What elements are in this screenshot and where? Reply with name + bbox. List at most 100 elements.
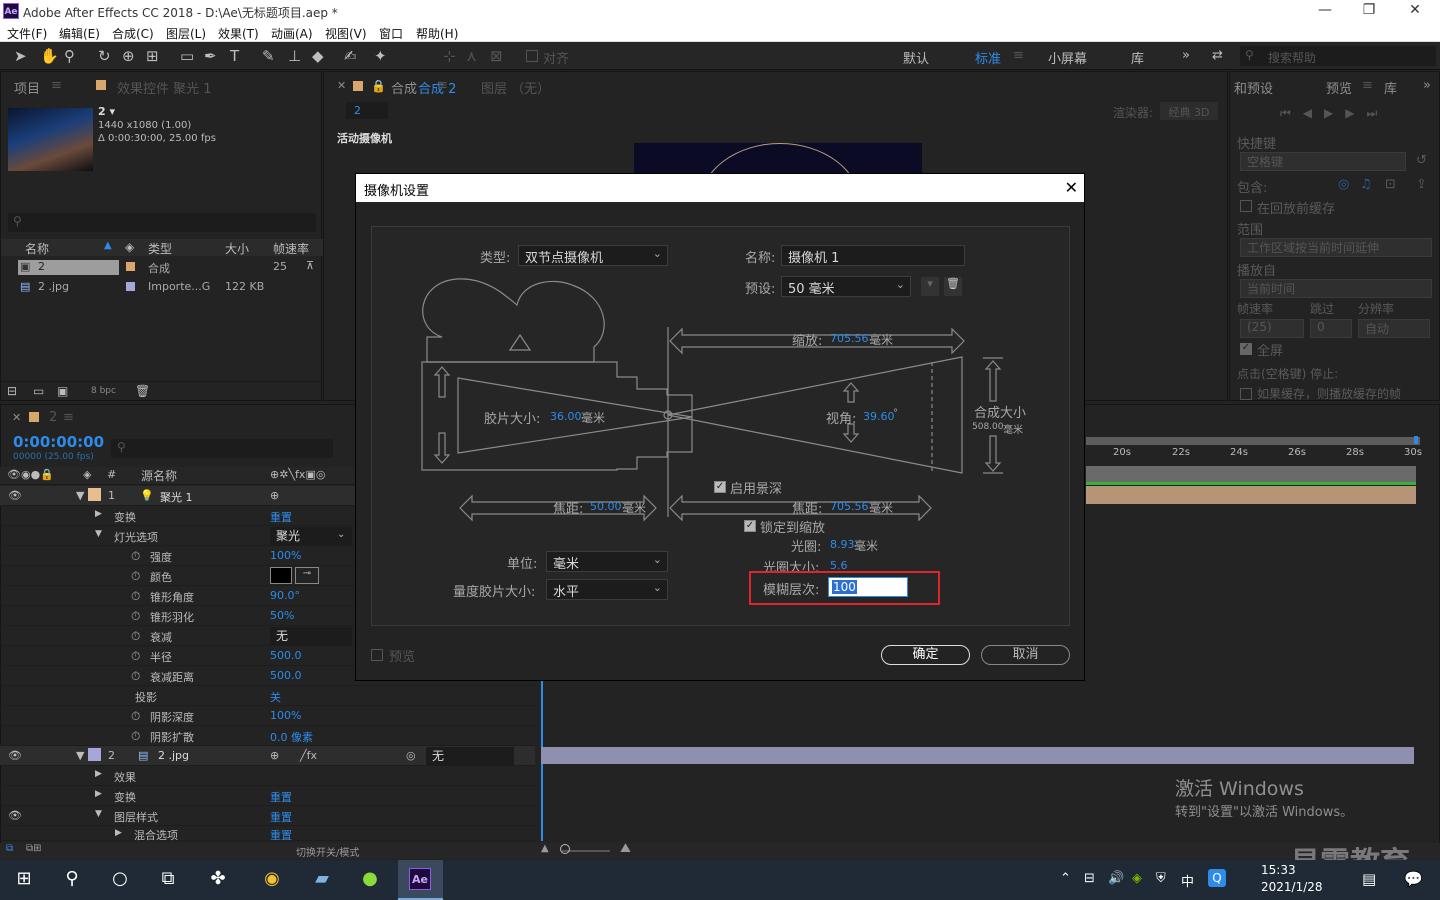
bit-depth-button[interactable]: 8 bpc bbox=[91, 386, 116, 396]
av-switches-icon[interactable]: 👁◉●🔒 bbox=[7, 468, 54, 481]
axis-view-icon[interactable]: ⊠ bbox=[490, 47, 503, 65]
comp-name[interactable]: 2 ▾ bbox=[98, 105, 115, 118]
focus-distance-value[interactable]: 705.56 bbox=[830, 500, 869, 513]
label-color-swatch[interactable] bbox=[88, 488, 101, 501]
col-source-name[interactable]: 源名称 bbox=[141, 467, 177, 484]
stopwatch-icon[interactable]: ⏱ bbox=[131, 549, 140, 564]
property-value[interactable]: 关 bbox=[270, 689, 281, 705]
property-value[interactable]: 重置 bbox=[270, 827, 292, 843]
cortana-icon[interactable]: ○ bbox=[106, 868, 134, 892]
selection-tool-icon[interactable]: ➤ bbox=[14, 47, 27, 65]
color-swatch[interactable] bbox=[270, 567, 292, 584]
ok-button[interactable]: 确定 bbox=[881, 645, 970, 665]
pinwheel-app-icon[interactable]: ✤ bbox=[204, 868, 232, 892]
sort-asc-icon[interactable]: ▲ bbox=[104, 240, 112, 251]
layer-switches-icon[interactable]: ⊕✲╲fx▣◎ bbox=[270, 468, 325, 481]
menu-help[interactable]: 帮助(H) bbox=[416, 25, 458, 42]
project-row[interactable]: ▤ 2 .jpg Importe...G 122 KB bbox=[1, 278, 323, 296]
film-size-value[interactable]: 36.00 bbox=[550, 410, 582, 423]
menu-layer[interactable]: 图层(L) bbox=[166, 25, 206, 42]
camera-name-input[interactable]: 摄像机 1 bbox=[781, 245, 965, 266]
col-fps[interactable]: 帧速率 bbox=[273, 240, 309, 257]
workspace-small-screen[interactable]: 小屏幕 bbox=[1048, 48, 1087, 67]
melon-app-icon[interactable]: ● bbox=[356, 868, 384, 892]
property-row[interactable]: ▶ 混合选项 重置 bbox=[0, 826, 535, 843]
include-audio-icon[interactable]: ♫ bbox=[1360, 177, 1372, 192]
ae-taskbar-button[interactable]: Ae bbox=[398, 860, 443, 900]
parent-pickwhip-icon[interactable]: ◎ bbox=[406, 749, 416, 762]
task-view-icon[interactable]: ⧉ bbox=[154, 868, 182, 892]
label-color-swatch[interactable] bbox=[88, 748, 101, 761]
zoom-in-icon[interactable]: ⛰ bbox=[620, 841, 631, 856]
shy-switch-icon[interactable]: ⊕ bbox=[270, 489, 279, 502]
snap-checkbox[interactable] bbox=[526, 50, 538, 62]
property-row[interactable]: 👁 ▼ 图层样式 重置 bbox=[0, 806, 535, 826]
delete-preset-icon[interactable]: 🗑 bbox=[944, 277, 962, 296]
property-value[interactable]: 500.0 bbox=[270, 649, 302, 662]
project-search-input[interactable]: ⚲ bbox=[8, 213, 316, 232]
chrome-icon[interactable]: ◉ bbox=[258, 868, 286, 892]
camera-orbit-tool-icon[interactable]: ⊕ bbox=[122, 47, 135, 65]
layer-2-duration-bar[interactable] bbox=[541, 747, 1414, 764]
expand-arrow-icon[interactable]: ▶ bbox=[95, 789, 102, 799]
menu-file[interactable]: 文件(F) bbox=[7, 25, 47, 42]
preset-select[interactable]: 50 毫米 ⌄ bbox=[781, 276, 911, 297]
current-timecode[interactable]: 0:00:00:00 bbox=[13, 433, 104, 451]
menu-animation[interactable]: 动画(A) bbox=[271, 25, 313, 42]
playhead-end-marker[interactable] bbox=[1414, 436, 1418, 444]
resolution-select[interactable]: 自动 bbox=[1358, 319, 1430, 338]
include-video-icon[interactable]: ◎ bbox=[1338, 177, 1349, 192]
more-workspaces-icon[interactable]: » bbox=[1182, 48, 1190, 63]
aperture-value[interactable]: 8.93 bbox=[830, 538, 855, 551]
zoom-tool-icon[interactable]: ⚲ bbox=[64, 47, 75, 65]
expand-arrow-icon[interactable]: ▶ bbox=[115, 828, 122, 838]
tab-timeline[interactable]: 2 bbox=[49, 410, 57, 425]
workspace-library[interactable]: 库 bbox=[1131, 48, 1144, 67]
property-row[interactable]: 投影 关 bbox=[0, 686, 535, 706]
collapse-arrow-icon[interactable]: ▼ bbox=[76, 749, 84, 762]
eraser-tool-icon[interactable]: ◆ bbox=[312, 47, 324, 65]
network-icon[interactable]: ⊟ bbox=[1084, 871, 1095, 886]
col-layer-number[interactable]: # bbox=[107, 468, 116, 481]
cancel-button[interactable]: 取消 bbox=[981, 645, 1070, 665]
quality-switch-icon[interactable]: ╱fx bbox=[300, 749, 317, 762]
property-row[interactable]: ⏱ 阴影深度 100% bbox=[0, 706, 535, 726]
collapse-arrow-icon[interactable]: ▼ bbox=[95, 809, 102, 819]
stopwatch-icon[interactable]: ⏱ bbox=[131, 569, 140, 584]
work-area-bar[interactable] bbox=[1086, 437, 1420, 445]
search-icon[interactable]: ⚲ bbox=[58, 868, 86, 892]
close-icon[interactable]: ✕ bbox=[1065, 178, 1078, 197]
time-ruler[interactable]: 20s 22s 24s 26s 28s 30s bbox=[1086, 445, 1422, 465]
stopwatch-icon[interactable]: ⏱ bbox=[131, 729, 140, 744]
fullscreen-checkbox[interactable]: ✓ bbox=[1240, 343, 1252, 355]
tab-preview[interactable]: 预览 bbox=[1326, 78, 1352, 97]
stopwatch-icon[interactable]: ⏱ bbox=[131, 589, 140, 604]
rectangle-tool-icon[interactable]: ▭ bbox=[180, 47, 194, 65]
workspace-default[interactable]: 默认 bbox=[903, 48, 929, 67]
tab-menu-icon[interactable]: ≡ bbox=[437, 78, 448, 93]
parent-select[interactable]: 无 bbox=[426, 747, 514, 765]
viewer-canvas[interactable] bbox=[634, 143, 922, 173]
collapse-arrow-icon[interactable]: ▼ bbox=[76, 489, 84, 502]
menu-edit[interactable]: 编辑(E) bbox=[59, 25, 100, 42]
qq-icon[interactable]: Q bbox=[1208, 869, 1226, 887]
angle-value[interactable]: 39.60 bbox=[863, 410, 895, 423]
type-tool-icon[interactable]: T bbox=[230, 47, 239, 65]
workspace-menu-icon[interactable]: ≡ bbox=[1013, 48, 1024, 63]
sync-settings-icon[interactable]: ⇄ bbox=[1212, 48, 1223, 63]
property-value[interactable]: 0.0 像素 bbox=[270, 729, 313, 745]
property-value[interactable]: 重置 bbox=[270, 789, 292, 805]
pen-tool-icon[interactable]: ✒ bbox=[204, 47, 217, 65]
toggle-panes-icon[interactable]: ⧉⊞ bbox=[26, 843, 42, 854]
property-value[interactable]: 500.0 bbox=[270, 669, 302, 682]
rotate-tool-icon[interactable]: ↻ bbox=[98, 47, 111, 65]
eyedropper-icon[interactable]: ⊸ bbox=[295, 567, 319, 584]
stopwatch-icon[interactable]: ⏱ bbox=[131, 669, 140, 684]
restore-icon[interactable]: ❐ bbox=[1354, 2, 1384, 18]
ime-indicator[interactable]: 中 bbox=[1181, 871, 1194, 890]
fps-select[interactable]: (25) bbox=[1240, 319, 1304, 338]
timeline-navigator[interactable] bbox=[1086, 466, 1416, 482]
tab-layer[interactable]: 图层 （无） bbox=[481, 78, 550, 97]
camera-type-select[interactable]: 双节点摄像机 ⌄ bbox=[518, 245, 668, 266]
layer-name[interactable]: 2 .jpg bbox=[158, 749, 189, 762]
